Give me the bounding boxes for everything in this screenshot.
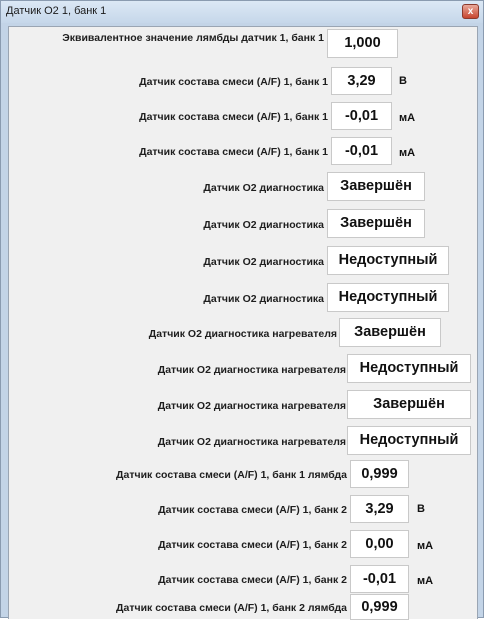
parameter-label: Датчик состава смеси (A/F) 1, банк 2: [158, 539, 347, 551]
window-title: Датчик О2 1, банк 1: [6, 5, 107, 17]
parameter-label: Датчик О2 диагностика нагревателя: [157, 364, 346, 376]
parameter-value: Завершён: [327, 172, 425, 201]
parameter-value: -0,01: [350, 565, 409, 593]
parameter-label: Датчик О2 диагностика: [203, 256, 324, 268]
parameter-value: Недоступный: [327, 246, 449, 275]
parameter-row: Эквивалентное значение лямбды датчик 1, …: [9, 29, 479, 59]
parameter-label: Датчик состава смеси (A/F) 1, банк 1 лям…: [116, 469, 347, 481]
parameter-row: Датчик О2 диагностика нагревателя Недост…: [9, 354, 479, 384]
parameter-label: Датчик состава смеси (A/F) 1, банк 2: [158, 574, 347, 586]
parameter-value: Завершён: [347, 390, 471, 419]
sensor-window: Датчик О2 1, банк 1 x Эквивалентное знач…: [0, 0, 484, 620]
parameter-value: 0,00: [350, 530, 409, 558]
parameter-row: Датчик состава смеси (A/F) 1, банк 1 -0,…: [9, 137, 479, 166]
parameter-row: Датчик состава смеси (A/F) 1, банк 1 3,2…: [9, 67, 479, 96]
parameter-row: Датчик О2 диагностика нагревателя Недост…: [9, 426, 479, 456]
parameter-label: Датчик О2 диагностика нагревателя: [157, 436, 346, 448]
parameter-row: Датчик состава смеси (A/F) 1, банк 2 лям…: [9, 594, 479, 620]
parameter-value: Недоступный: [347, 354, 471, 383]
parameter-value: 0,999: [350, 594, 409, 620]
parameter-unit: мА: [417, 575, 434, 587]
parameter-row: Датчик О2 диагностика Завершён: [9, 209, 479, 239]
parameter-row: Датчик состава смеси (A/F) 1, банк 1 -0,…: [9, 102, 479, 131]
close-icon[interactable]: x: [462, 4, 479, 19]
parameter-value: 0,999: [350, 460, 409, 488]
parameter-value: -0,01: [331, 137, 392, 165]
parameter-row: Датчик О2 диагностика нагревателя Заверш…: [9, 318, 479, 348]
parameter-value: 3,29: [331, 67, 392, 95]
parameter-row: Датчик О2 диагностика Недоступный: [9, 283, 479, 313]
parameter-value: Завершён: [339, 318, 441, 347]
parameter-unit: мА: [417, 540, 434, 552]
parameter-label: Датчик О2 диагностика нагревателя: [157, 400, 346, 412]
parameter-value: 3,29: [350, 495, 409, 523]
parameter-label: Датчик О2 диагностика: [203, 182, 324, 194]
parameter-label: Датчик О2 диагностика нагревателя: [148, 328, 337, 340]
parameter-row: Датчик состава смеси (A/F) 1, банк 2 -0,…: [9, 565, 479, 594]
parameter-label: Датчик состава смеси (A/F) 1, банк 2: [158, 504, 347, 516]
parameter-row: Датчик О2 диагностика Завершён: [9, 172, 479, 202]
parameter-row: Датчик состава смеси (A/F) 1, банк 2 0,0…: [9, 530, 479, 559]
parameters-panel: Эквивалентное значение лямбды датчик 1, …: [8, 26, 479, 620]
parameter-label: Датчик состава смеси (A/F) 1, банк 1: [139, 76, 328, 88]
parameter-row: Датчик О2 диагностика нагревателя Заверш…: [9, 390, 479, 420]
parameter-label: Датчик состава смеси (A/F) 1, банк 2 лям…: [116, 602, 347, 614]
parameter-unit: мА: [399, 112, 416, 124]
parameter-label: Датчик состава смеси (A/F) 1, банк 1: [139, 111, 328, 123]
parameter-row: Датчик О2 диагностика Недоступный: [9, 246, 479, 276]
parameter-label: Датчик О2 диагностика: [203, 219, 324, 231]
parameter-label: Датчик состава смеси (A/F) 1, банк 1: [139, 146, 328, 158]
parameter-unit: В: [399, 75, 407, 87]
parameter-unit: мА: [399, 147, 416, 159]
parameter-value: -0,01: [331, 102, 392, 130]
parameter-label: Эквивалентное значение лямбды датчик 1, …: [62, 32, 324, 44]
parameter-unit: В: [417, 503, 425, 515]
parameter-value: 1,000: [327, 29, 398, 58]
parameter-label: Датчик О2 диагностика: [203, 293, 324, 305]
parameter-value: Недоступный: [327, 283, 449, 312]
parameter-value: Завершён: [327, 209, 425, 238]
parameter-row: Датчик состава смеси (A/F) 1, банк 2 3,2…: [9, 495, 479, 524]
window-titlebar[interactable]: Датчик О2 1, банк 1 x: [1, 1, 483, 23]
parameter-row: Датчик состава смеси (A/F) 1, банк 1 лям…: [9, 460, 479, 489]
parameter-value: Недоступный: [347, 426, 471, 455]
